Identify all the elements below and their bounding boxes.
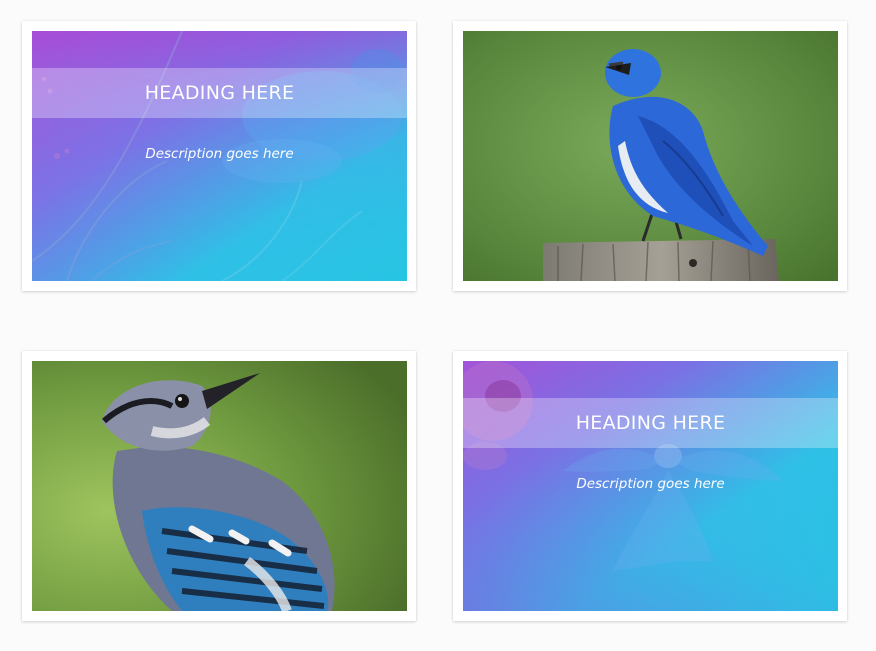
image-hover-grid: HEADING HERE Description goes here HEADI… bbox=[0, 0, 876, 651]
card-description: Description goes here bbox=[145, 146, 294, 162]
card-image-frame bbox=[32, 361, 407, 611]
mountain-bluebird-on-post-photo bbox=[463, 31, 838, 281]
blue-jay-photo bbox=[32, 361, 407, 611]
image-card-1[interactable]: HEADING HERE Description goes here bbox=[22, 21, 416, 291]
card-image-frame: HEADING HERE Description goes here bbox=[463, 361, 838, 611]
card-heading: HEADING HERE bbox=[144, 82, 295, 104]
heading-band: HEADING HERE bbox=[463, 398, 838, 448]
image-card-4[interactable]: HEADING HERE Description goes here bbox=[453, 351, 847, 621]
card-description: Description goes here bbox=[576, 476, 725, 492]
heading-band: HEADING HERE bbox=[32, 68, 407, 118]
image-card-2[interactable] bbox=[453, 21, 847, 291]
card-heading: HEADING HERE bbox=[575, 412, 726, 434]
image-card-3[interactable] bbox=[22, 351, 416, 621]
card-image-frame bbox=[463, 31, 838, 281]
card-image-frame: HEADING HERE Description goes here bbox=[32, 31, 407, 281]
